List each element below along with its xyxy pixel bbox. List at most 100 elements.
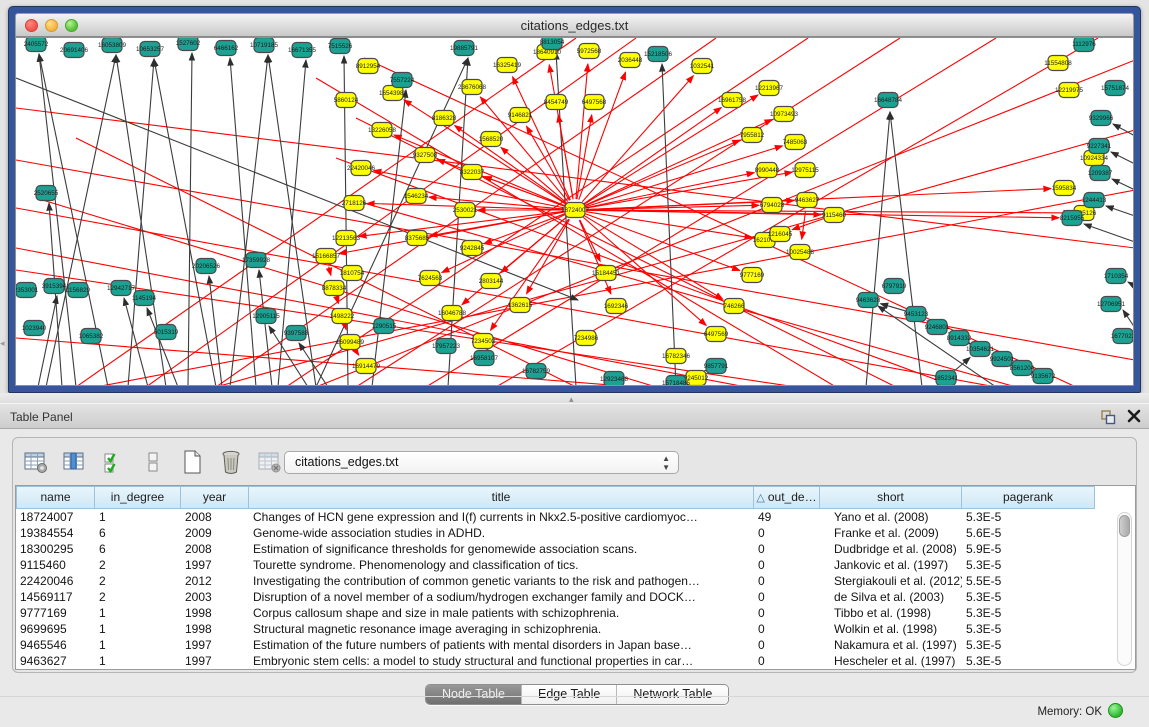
graph-node[interactable]: 9463627 — [795, 193, 820, 208]
graph-node[interactable]: 1244413 — [1082, 193, 1107, 208]
scrollbar-thumb[interactable] — [1119, 515, 1130, 537]
graph-node[interactable]: 9777169 — [740, 268, 765, 283]
table-options-icon[interactable] — [21, 448, 51, 476]
cell-in_degree[interactable]: 1 — [95, 605, 181, 621]
graph-node[interactable]: 1145194 — [132, 291, 157, 306]
graph-node[interactable]: 1852341 — [934, 371, 959, 386]
graph-node[interactable]: 12905115 — [252, 309, 280, 324]
graph-node[interactable]: 8990448 — [755, 163, 780, 178]
graph-node[interactable]: 17957223 — [432, 339, 461, 354]
graph-node[interactable]: 16782759 — [522, 364, 551, 379]
cell-in_degree[interactable]: 1 — [95, 621, 181, 637]
graph-node[interactable]: 1677022 — [1111, 329, 1134, 344]
graph-node[interactable]: 16648784 — [874, 93, 903, 108]
graph-node[interactable]: 1810754 — [340, 266, 365, 281]
citation-edge-black[interactable] — [230, 55, 268, 386]
table-row[interactable]: 1830029562008Estimation of significance … — [16, 541, 1135, 557]
graph-node[interactable]: 2803144 — [479, 274, 504, 289]
citation-edge-black[interactable] — [49, 203, 62, 386]
cell-out_de[interactable]: 0 — [754, 541, 820, 557]
delete-table-icon[interactable] — [255, 448, 285, 476]
close-panel-icon[interactable] — [1127, 409, 1141, 423]
graph-node[interactable]: 1568520 — [479, 132, 504, 147]
cell-short[interactable]: Tibbo et al. (1998) — [820, 605, 962, 621]
cell-year[interactable]: 2009 — [181, 525, 249, 541]
cell-title[interactable]: Tourette syndrome. Phenomenology and cla… — [249, 557, 754, 573]
graph-node[interactable]: 13226058 — [368, 123, 397, 138]
graph-node[interactable]: 12706951 — [1097, 297, 1126, 312]
graph-node[interactable]: 8215955 — [1060, 211, 1085, 226]
cell-out_de[interactable]: 0 — [754, 637, 820, 653]
cell-short[interactable]: de Silva et al. (2003) — [820, 589, 962, 605]
graph-node[interactable]: 6497569 — [704, 327, 729, 342]
graph-node[interactable]: 1527602 — [176, 38, 201, 51]
graph-node[interactable]: 8813054 — [540, 38, 565, 50]
graph-node[interactable]: 9453123 — [904, 307, 929, 322]
graph-node[interactable]: 12942717 — [107, 281, 136, 296]
cell-pagerank[interactable]: 5.3E-5 — [962, 557, 1095, 573]
citation-edge-red[interactable] — [490, 219, 568, 330]
graph-node[interactable]: 1498222 — [330, 309, 355, 324]
cell-pagerank[interactable]: 5.3E-5 — [962, 605, 1095, 621]
graph-node[interactable]: 1595834 — [1052, 181, 1077, 196]
table-row[interactable]: 946362711997Embryonic stem cells: a mode… — [16, 653, 1135, 669]
cell-title[interactable]: Estimation of the future numbers of pati… — [249, 637, 754, 653]
cell-in_degree[interactable]: 6 — [95, 541, 181, 557]
citation-edge-black[interactable] — [39, 54, 76, 386]
citation-edge-black[interactable] — [890, 112, 922, 386]
graph-node[interactable]: 8912954 — [356, 59, 381, 74]
citation-edge-red[interactable] — [356, 38, 900, 386]
column-header-short[interactable]: short — [820, 486, 962, 509]
cell-pagerank[interactable]: 5.3E-5 — [962, 653, 1095, 669]
column-header-name[interactable]: name — [16, 486, 95, 509]
citation-edge-black[interactable] — [1128, 282, 1134, 286]
table-row[interactable]: 1872400712008Changes of HCN gene express… — [16, 509, 1135, 525]
cell-name[interactable]: 9463627 — [16, 653, 95, 669]
cell-title[interactable]: Corpus callosum shape and size in male p… — [249, 605, 754, 621]
cell-pagerank[interactable]: 5.6E-5 — [962, 525, 1095, 541]
column-header-title[interactable]: title — [249, 486, 754, 509]
graph-node[interactable]: 12923468 — [600, 372, 629, 387]
column-header-year[interactable]: year — [181, 486, 249, 509]
graph-node[interactable]: 12219975 — [1055, 83, 1084, 98]
cell-out_de[interactable]: 0 — [754, 621, 820, 637]
graph-node[interactable]: 8914332 — [947, 331, 972, 346]
cell-name[interactable]: 14569117 — [16, 589, 95, 605]
graph-node[interactable]: 10653257 — [136, 42, 165, 57]
graph-node[interactable]: 1032541 — [690, 59, 715, 74]
cell-short[interactable]: Yano et al. (2008) — [820, 509, 962, 525]
citation-edge-black[interactable] — [124, 298, 148, 386]
graph-node[interactable]: 5972568 — [577, 44, 602, 59]
graph-node[interactable]: 9242845 — [460, 241, 485, 256]
graph-node[interactable]: 2036448 — [618, 53, 643, 68]
graph-node[interactable]: 9397588 — [284, 326, 309, 341]
cell-pagerank[interactable]: 5.9E-5 — [962, 541, 1095, 557]
cell-out_de[interactable]: 0 — [754, 605, 820, 621]
memory-ok-indicator-icon[interactable] — [1108, 703, 1123, 718]
cell-pagerank[interactable]: 5.3E-5 — [962, 637, 1095, 653]
graph-node[interactable]: 8186328 — [432, 111, 457, 126]
citation-edge-black[interactable] — [16, 78, 578, 300]
graph-node[interactable]: 8878334 — [322, 281, 347, 296]
graph-node[interactable]: 5860124 — [334, 93, 359, 108]
graph-node[interactable]: 16782346 — [662, 349, 691, 364]
citation-edge-red[interactable] — [586, 146, 783, 207]
graph-node[interactable]: 6466162 — [214, 41, 239, 56]
select-column-icon[interactable] — [60, 448, 90, 476]
graph-node[interactable]: 10354621 — [966, 342, 995, 357]
cell-out_de[interactable]: 0 — [754, 653, 820, 669]
citation-edge-red[interactable] — [16, 160, 1134, 360]
citation-edge-black[interactable] — [188, 53, 192, 386]
panel-collapse-arrow-icon[interactable]: ◂ — [0, 338, 5, 349]
graph-node[interactable]: 1216045 — [768, 227, 793, 242]
graph-node[interactable]: 1156829 — [66, 283, 91, 298]
graph-node[interactable]: 6497568 — [582, 95, 607, 110]
cell-pagerank[interactable]: 5.3E-5 — [962, 621, 1095, 637]
graph-node[interactable]: 3915394 — [42, 279, 67, 294]
citation-edge-red[interactable] — [586, 173, 755, 208]
graph-node[interactable]: 1546234 — [404, 189, 429, 204]
citation-edge-black[interactable] — [1112, 179, 1134, 190]
graph-node[interactable]: 12975115 — [791, 163, 819, 178]
graph-node[interactable]: 2520655 — [34, 186, 59, 201]
graph-node[interactable]: 9227341 — [1087, 139, 1112, 154]
